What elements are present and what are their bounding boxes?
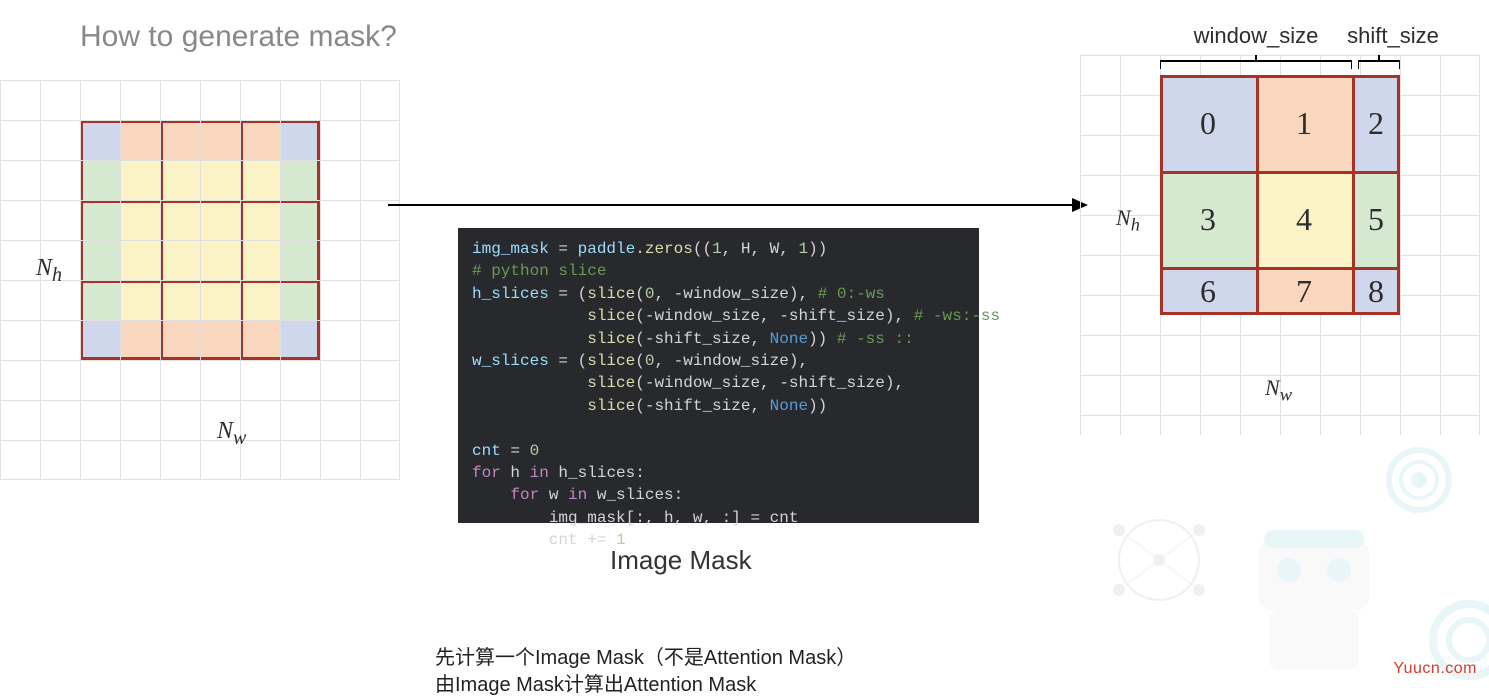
window-size-brace: [1160, 55, 1352, 71]
rg-num-5: 5: [1352, 171, 1400, 267]
window-size-label: window_size: [1166, 23, 1346, 49]
right-nw-label: Nw: [1265, 375, 1292, 405]
left-nh-label: Nh: [36, 255, 62, 287]
explain-line-1: 先计算一个Image Mask（不是Attention Mask）: [435, 645, 856, 672]
explanation-text: 先计算一个Image Mask（不是Attention Mask） 由Image…: [435, 645, 856, 699]
shift-size-brace: [1358, 55, 1400, 71]
rg-num-1: 1: [1256, 75, 1352, 171]
rg-num-0: 0: [1160, 75, 1256, 171]
code-caption: Image Mask: [610, 545, 752, 576]
rg-num-2: 2: [1352, 75, 1400, 171]
slide-title: How to generate mask?: [80, 20, 397, 54]
explain-line-2: 由Image Mask计算出Attention Mask: [435, 672, 856, 699]
left-nw-label: Nw: [217, 418, 246, 450]
rg-num-7: 7: [1256, 267, 1352, 315]
slide-root: How to generate mask? /* lines injected …: [0, 0, 1489, 700]
robot-decoration: [1059, 420, 1489, 700]
rg-num-8: 8: [1352, 267, 1400, 315]
code-block: img_mask = paddle.zeros((1, H, W, 1)) # …: [458, 228, 979, 523]
right-grid: 0 1 2 3 4 5 6 7 8 Nh Nw window_size shif…: [1080, 55, 1480, 435]
left-grid: /* lines injected below via template rep…: [0, 80, 400, 480]
shift-size-label: shift_size: [1338, 23, 1448, 49]
rg-num-3: 3: [1160, 171, 1256, 267]
watermark-text: Yuucn.com: [1393, 660, 1477, 678]
right-nh-label: Nh: [1116, 205, 1140, 235]
arrow-icon: [388, 195, 1088, 215]
rg-num-6: 6: [1160, 267, 1256, 315]
rg-num-4: 4: [1256, 171, 1352, 267]
